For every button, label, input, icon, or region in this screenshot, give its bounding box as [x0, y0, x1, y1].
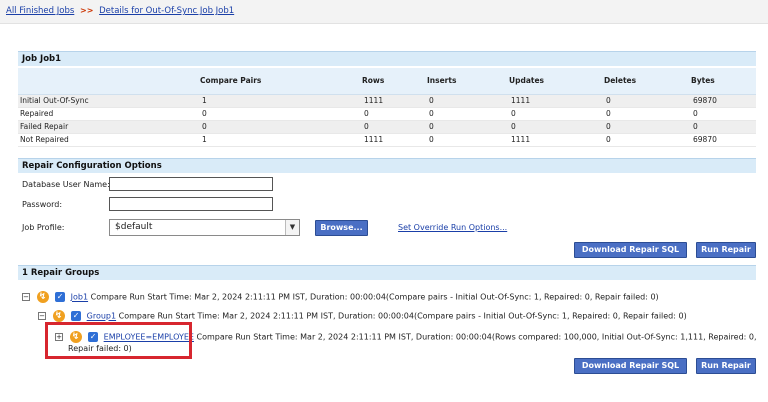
- job-summary-text: Compare Run Start Time: Mar 2, 2024 2:11…: [90, 292, 659, 302]
- column-header: Rows: [362, 68, 427, 95]
- db-user-label: Database User Name:: [22, 180, 110, 189]
- table-cell: 0: [509, 120, 604, 134]
- table-cell: 0: [691, 107, 756, 121]
- table-row: Not Repaired 1 1111 0 1111 0 69870: [18, 133, 756, 147]
- job-link[interactable]: Job1: [71, 293, 88, 302]
- table-cell: 69870: [691, 94, 756, 108]
- table-cell: Repaired: [18, 107, 200, 121]
- chevron-down-icon[interactable]: ▼: [285, 220, 299, 235]
- table-cell: Not Repaired: [18, 133, 200, 147]
- lightning-icon: ↯: [36, 291, 49, 303]
- job-summary-table: Compare Pairs Rows Inserts Updates Delet…: [18, 68, 756, 147]
- column-header: Inserts: [427, 68, 509, 95]
- job-profile-value: $default: [115, 222, 153, 232]
- column-header: [18, 68, 200, 95]
- table-cell: Failed Repair: [18, 120, 200, 134]
- override-run-options-link[interactable]: Set Override Run Options...: [398, 223, 507, 232]
- table-cell: 0: [604, 120, 691, 134]
- table-cell: 0: [427, 107, 509, 121]
- breadcrumb-job-details[interactable]: Details for Out-Of-Sync Job Job1: [99, 6, 234, 16]
- table-cell: 0: [362, 107, 427, 121]
- password-input[interactable]: [109, 197, 273, 211]
- run-repair-button-bottom[interactable]: Run Repair: [696, 358, 756, 374]
- table-cell: 0: [427, 94, 509, 108]
- table-cell: 0: [362, 120, 427, 134]
- group-checkbox[interactable]: ✓: [71, 311, 82, 321]
- breadcrumb-separator: >>: [80, 6, 94, 15]
- highlight-box: [45, 322, 192, 359]
- job-checkbox[interactable]: ✓: [55, 292, 66, 302]
- db-user-input[interactable]: [109, 177, 273, 191]
- table-cell: 0: [691, 120, 756, 134]
- run-repair-button[interactable]: Run Repair: [696, 242, 756, 258]
- group-summary-text: Compare Run Start Time: Mar 2, 2024 2:11…: [118, 311, 687, 321]
- table-cell: 0: [604, 94, 691, 108]
- table-cell: 0: [604, 107, 691, 121]
- column-header: Updates: [509, 68, 604, 95]
- table-cell: 1: [200, 94, 362, 108]
- browse-button[interactable]: Browse...: [315, 220, 368, 236]
- table-row: Failed Repair 0 0 0 0 0 0: [18, 120, 756, 134]
- table-cell: 0: [427, 133, 509, 147]
- compare-pair-summary-text: Compare Run Start Time: Mar 2, 2024 2:11…: [196, 332, 757, 342]
- table-header-row: Compare Pairs Rows Inserts Updates Delet…: [18, 68, 756, 95]
- table-row: Repaired 0 0 0 0 0 0: [18, 107, 756, 121]
- group-link[interactable]: Group1: [87, 312, 116, 321]
- table-cell: 0: [509, 107, 604, 121]
- table-cell: 0: [427, 120, 509, 134]
- collapse-icon[interactable]: −: [38, 312, 46, 320]
- table-cell: 0: [200, 107, 362, 121]
- download-repair-sql-button[interactable]: Download Repair SQL: [574, 242, 687, 258]
- collapse-icon[interactable]: −: [22, 293, 30, 301]
- job-profile-select[interactable]: $default ▼: [109, 219, 300, 236]
- lightning-icon: ↯: [52, 310, 65, 322]
- table-cell: Initial Out-Of-Sync: [18, 94, 200, 108]
- table-cell: 1111: [509, 133, 604, 147]
- column-header: Compare Pairs: [200, 68, 362, 95]
- table-cell: 0: [200, 120, 362, 134]
- breadcrumb-all-finished-jobs[interactable]: All Finished Jobs: [6, 6, 74, 16]
- table-row: Initial Out-Of-Sync 1 1111 0 1111 0 6987…: [18, 94, 756, 108]
- job-section-header: Job Job1: [18, 51, 756, 66]
- password-label: Password:: [22, 200, 63, 209]
- repair-groups-header: 1 Repair Groups: [18, 265, 756, 280]
- column-header: Bytes: [691, 68, 756, 95]
- table-cell: 0: [604, 133, 691, 147]
- repair-config-header: Repair Configuration Options: [18, 158, 756, 173]
- download-repair-sql-button-bottom[interactable]: Download Repair SQL: [574, 358, 687, 374]
- table-cell: 69870: [691, 133, 756, 147]
- table-cell: 1111: [362, 94, 427, 108]
- job-profile-label: Job Profile:: [22, 223, 65, 232]
- table-cell: 1: [200, 133, 362, 147]
- tree-node-group: − ↯ ✓ Group1 Compare Run Start Time: Mar…: [38, 310, 687, 322]
- table-cell: 1111: [362, 133, 427, 147]
- tree-node-job: − ↯ ✓ Job1 Compare Run Start Time: Mar 2…: [22, 291, 659, 303]
- column-header: Deletes: [604, 68, 691, 95]
- table-cell: 1111: [509, 94, 604, 108]
- breadcrumb: All Finished Jobs >> Details for Out-Of-…: [0, 0, 768, 24]
